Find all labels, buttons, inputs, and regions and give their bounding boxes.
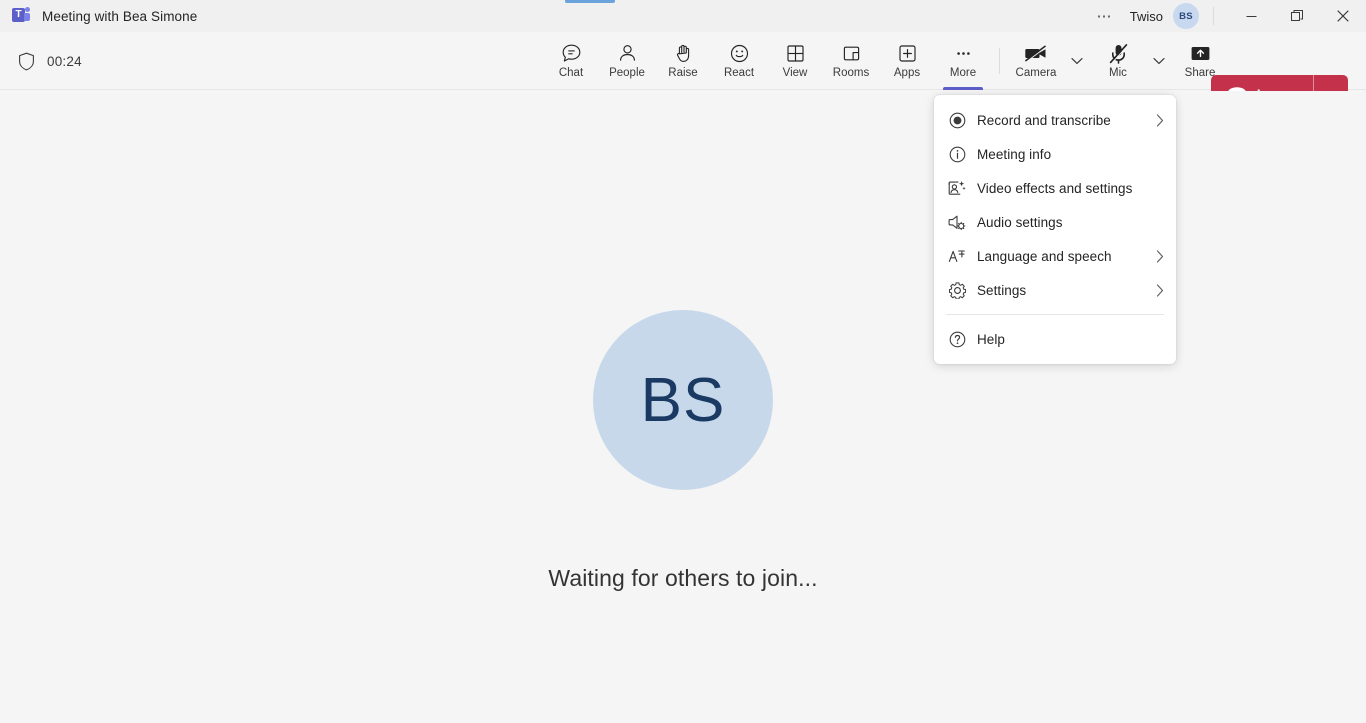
info-circle-icon: [948, 145, 966, 163]
mic-options-chevron-down-icon[interactable]: [1146, 32, 1172, 90]
menu-item-audio-settings[interactable]: Audio settings: [934, 205, 1176, 239]
title-bar-controls: ⋯ Twiso BS: [1088, 0, 1366, 32]
toolbar-button-more[interactable]: More: [935, 32, 991, 90]
breakout-rooms-icon: [841, 43, 862, 65]
close-icon[interactable]: [1320, 0, 1366, 32]
help-circle-icon: [948, 330, 966, 348]
toolbar-button-rooms[interactable]: Rooms: [823, 32, 879, 90]
teams-logo-icon: T: [12, 7, 30, 25]
more-menu: Record and transcribe Meeting info Video…: [934, 95, 1176, 364]
waiting-status-text: Waiting for others to join...: [548, 565, 818, 591]
menu-item-help[interactable]: Help: [934, 322, 1176, 356]
window-title: Meeting with Bea Simone: [42, 8, 198, 24]
chat-icon: [561, 43, 582, 65]
language-icon: [948, 247, 966, 265]
toolbar-button-mic[interactable]: Mic: [1090, 32, 1146, 90]
toolbar-button-chat[interactable]: Chat: [543, 32, 599, 90]
camera-off-icon: [1024, 43, 1049, 65]
toolbar-button-apps[interactable]: Apps: [879, 32, 935, 90]
toolbar-label-apps: Apps: [893, 66, 921, 79]
menu-item-label: Audio settings: [977, 214, 1063, 230]
more-horizontal-icon[interactable]: ⋯: [1088, 0, 1122, 32]
minimize-icon[interactable]: [1228, 0, 1274, 32]
toolbar-button-people[interactable]: People: [599, 32, 655, 90]
toolbar-button-react[interactable]: React: [711, 32, 767, 90]
meeting-toolbar: 00:24 Chat People Raise React View Rooms…: [0, 32, 1366, 113]
menu-item-label: Language and speech: [977, 248, 1112, 264]
participant-avatar: BS: [593, 310, 773, 490]
menu-item-label: Video effects and settings: [977, 180, 1133, 196]
toolbar-label-raise: Raise: [668, 66, 698, 79]
menu-divider: [946, 314, 1164, 315]
menu-item-label: Record and transcribe: [977, 112, 1111, 128]
divider: [999, 48, 1000, 74]
react-smiley-icon: [729, 43, 750, 65]
toolbar-label-people: People: [609, 66, 645, 79]
toolbar-label-rooms: Rooms: [832, 66, 870, 79]
gear-icon: [948, 281, 966, 299]
share-screen-icon: [1189, 43, 1212, 65]
menu-item-label: Help: [977, 331, 1005, 347]
menu-item-video-effects-and-settings[interactable]: Video effects and settings: [934, 171, 1176, 205]
more-horizontal-icon: [953, 43, 974, 65]
menu-item-meeting-info[interactable]: Meeting info: [934, 137, 1176, 171]
toolbar-left: 00:24: [18, 32, 82, 90]
camera-options-chevron-down-icon[interactable]: [1064, 32, 1090, 90]
view-grid-icon: [785, 43, 806, 65]
toolbar-button-view[interactable]: View: [767, 32, 823, 90]
active-tab-indicator: [565, 0, 615, 3]
raise-hand-icon: [673, 43, 694, 65]
menu-item-label: Meeting info: [977, 146, 1052, 162]
menu-item-record-and-transcribe[interactable]: Record and transcribe: [934, 103, 1176, 137]
teams-meeting-window: T Meeting with Bea Simone ⋯ Twiso BS 00:…: [0, 0, 1366, 723]
mic-off-icon: [1108, 43, 1129, 65]
menu-item-language-and-speech[interactable]: Language and speech: [934, 239, 1176, 273]
toolbar-center: Chat People Raise React View Rooms Apps …: [543, 32, 1228, 90]
toolbar-label-view: View: [782, 66, 808, 79]
meeting-timer: 00:24: [47, 53, 82, 69]
account-name[interactable]: Twiso: [1130, 9, 1163, 24]
toolbar-button-raise[interactable]: Raise: [655, 32, 711, 90]
toolbar-label-react: React: [723, 66, 755, 79]
title-bar: T Meeting with Bea Simone ⋯ Twiso BS: [0, 0, 1366, 32]
menu-item-label: Settings: [977, 282, 1027, 298]
apps-plus-icon: [897, 43, 918, 65]
record-circle-icon: [948, 111, 966, 129]
chevron-right-icon: [1156, 113, 1164, 127]
menu-item-settings[interactable]: Settings: [934, 273, 1176, 307]
divider: [1213, 7, 1214, 25]
toolbar-label-more: More: [949, 66, 977, 79]
toolbar-label-mic: Mic: [1109, 66, 1127, 79]
chevron-right-icon: [1156, 249, 1164, 263]
audio-settings-icon: [948, 213, 966, 231]
restore-icon[interactable]: [1274, 0, 1320, 32]
toolbar-label-camera: Camera: [1015, 66, 1057, 79]
people-icon: [617, 43, 638, 65]
toolbar-button-camera[interactable]: Camera: [1008, 32, 1064, 90]
shield-icon: [18, 52, 35, 71]
chevron-right-icon: [1156, 283, 1164, 297]
toolbar-label-chat: Chat: [558, 66, 584, 79]
avatar[interactable]: BS: [1173, 3, 1199, 29]
video-effects-icon: [948, 179, 966, 197]
